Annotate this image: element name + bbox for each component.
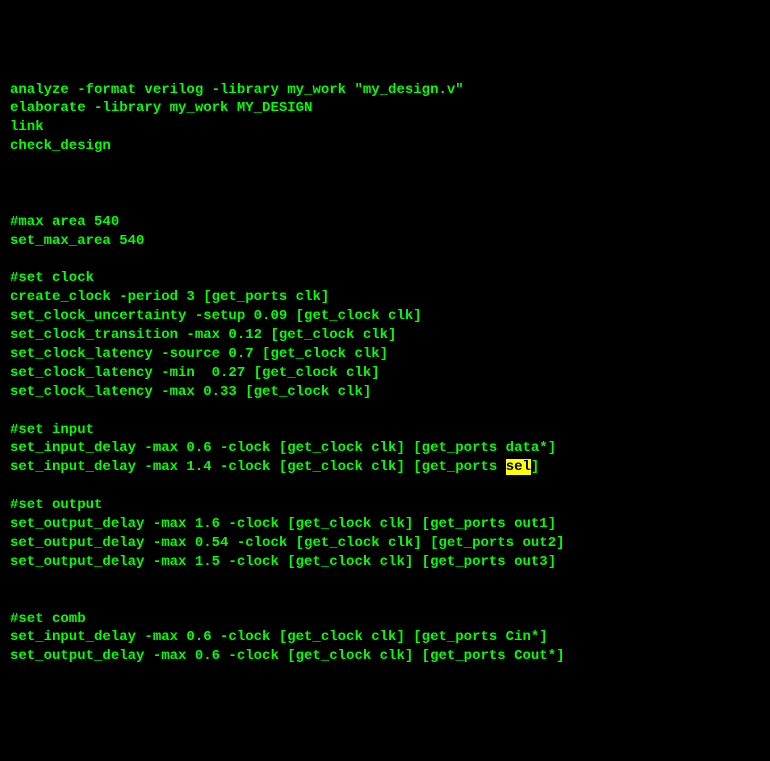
terminal-line: set_input_delay -max 0.6 -clock [get_clo… [10, 628, 760, 647]
terminal-line: set_clock_latency -max 0.33 [get_clock c… [10, 383, 760, 402]
terminal-line [10, 572, 760, 591]
search-highlight: sel [506, 459, 531, 475]
terminal-line [10, 477, 760, 496]
terminal-line: set_output_delay -max 1.5 -clock [get_cl… [10, 553, 760, 572]
terminal-line: set_output_delay -max 0.54 -clock [get_c… [10, 534, 760, 553]
terminal-line: set_input_delay -max 0.6 -clock [get_clo… [10, 439, 760, 458]
terminal-line: check_design [10, 137, 760, 156]
terminal-line: set_clock_uncertainty -setup 0.09 [get_c… [10, 307, 760, 326]
terminal-line: create_clock -period 3 [get_ports clk] [10, 288, 760, 307]
terminal-line [10, 251, 760, 270]
terminal-line [10, 591, 760, 610]
terminal-line: #max area 540 [10, 213, 760, 232]
terminal-line: set_input_delay -max 1.4 -clock [get_clo… [10, 458, 760, 477]
terminal-line [10, 194, 760, 213]
terminal-line: set_clock_transition -max 0.12 [get_cloc… [10, 326, 760, 345]
terminal-line: set_output_delay -max 0.6 -clock [get_cl… [10, 647, 760, 666]
terminal-line: set_output_delay -max 1.6 -clock [get_cl… [10, 515, 760, 534]
terminal-line: #set input [10, 421, 760, 440]
terminal-line: set_clock_latency -source 0.7 [get_clock… [10, 345, 760, 364]
terminal-line: link [10, 118, 760, 137]
terminal-line: elaborate -library my_work MY_DESIGN [10, 99, 760, 118]
terminal-line [10, 156, 760, 175]
terminal-line: #set clock [10, 269, 760, 288]
terminal-line: set_max_area 540 [10, 232, 760, 251]
terminal-line: analyze -format verilog -library my_work… [10, 81, 760, 100]
terminal-line: #set comb [10, 610, 760, 629]
terminal-line [10, 175, 760, 194]
terminal-output: analyze -format verilog -library my_work… [10, 81, 760, 667]
terminal-line [10, 402, 760, 421]
terminal-line: #set output [10, 496, 760, 515]
terminal-line: set_clock_latency -min 0.27 [get_clock c… [10, 364, 760, 383]
